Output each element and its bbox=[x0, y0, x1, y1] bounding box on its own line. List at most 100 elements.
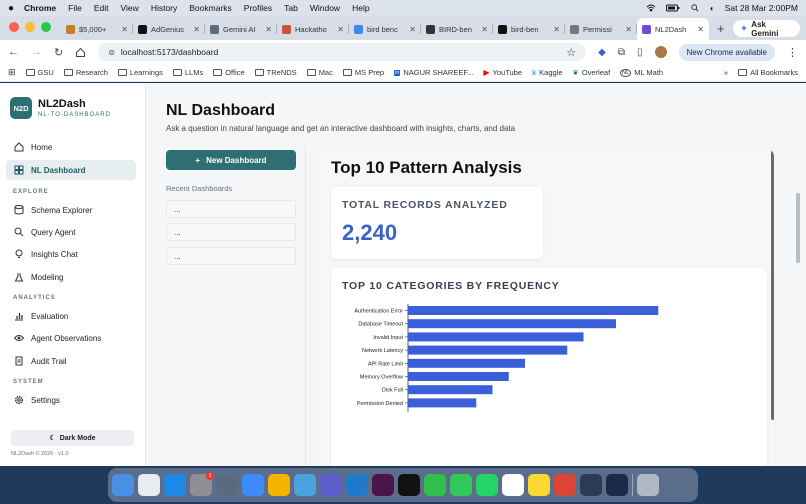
sidebar-item-insights-chat[interactable]: Insights Chat bbox=[6, 244, 136, 264]
browser-tab[interactable]: BIRD-ben ✕ bbox=[421, 18, 493, 40]
menu-bookmarks[interactable]: Bookmarks bbox=[189, 3, 232, 13]
chart-bar[interactable] bbox=[408, 398, 477, 408]
search-icon[interactable] bbox=[690, 4, 700, 12]
teams-icon[interactable] bbox=[320, 474, 342, 496]
back-icon[interactable]: ← bbox=[8, 46, 19, 58]
sidebar-item-audit-trail[interactable]: Audit Trail bbox=[6, 351, 136, 371]
extension-icon[interactable]: ◆ bbox=[598, 47, 606, 58]
finder-icon[interactable] bbox=[112, 474, 134, 496]
chart-bar[interactable] bbox=[408, 319, 616, 329]
menu-edit[interactable]: Edit bbox=[94, 3, 109, 13]
site-info-icon[interactable]: ⊜ bbox=[108, 48, 115, 57]
close-icon[interactable]: ✕ bbox=[625, 25, 632, 34]
browser-tab[interactable]: bird-ben ✕ bbox=[493, 18, 565, 40]
forward-icon[interactable]: → bbox=[31, 46, 42, 58]
bookmark-item[interactable]: ❦ Overleaf bbox=[573, 68, 611, 77]
messages-icon[interactable] bbox=[450, 474, 472, 496]
panel-scrollbar[interactable] bbox=[771, 150, 774, 420]
chart-bar[interactable] bbox=[408, 306, 659, 315]
wifi-icon[interactable] bbox=[646, 4, 656, 12]
close-icon[interactable]: ✕ bbox=[121, 25, 128, 34]
side-panel-icon[interactable]: ▯ bbox=[637, 47, 643, 58]
menu-file[interactable]: File bbox=[68, 3, 82, 13]
fullscreen-window-button[interactable] bbox=[41, 22, 51, 32]
browser-tab[interactable]: $5,000+ ✕ bbox=[61, 18, 133, 40]
chrome-menu-icon[interactable]: ⋮ bbox=[787, 46, 798, 59]
new-tab-button[interactable]: + bbox=[709, 21, 733, 40]
all-bookmarks[interactable]: All Bookmarks bbox=[738, 68, 798, 77]
bookmark-item[interactable]: Mac bbox=[306, 68, 333, 77]
app-icon[interactable] bbox=[580, 474, 602, 496]
mail-icon[interactable] bbox=[294, 474, 316, 496]
close-icon[interactable]: ✕ bbox=[409, 25, 416, 34]
sidebar-item-agent-observations[interactable]: Agent Observations bbox=[6, 328, 136, 348]
bookmark-item[interactable]: Learnings bbox=[117, 68, 163, 77]
ask-gemini-button[interactable]: ✦ Ask Gemini bbox=[732, 20, 800, 38]
bookmark-star-icon[interactable]: ☆ bbox=[566, 46, 576, 59]
sidebar-item-evaluation[interactable]: Evaluation bbox=[6, 306, 136, 326]
brand[interactable]: N2D NL2Dash NL-TO-DASHBOARD bbox=[10, 97, 111, 119]
bookmark-item[interactable]: Research bbox=[63, 68, 108, 77]
safari-icon[interactable] bbox=[242, 474, 264, 496]
chrome-alt-icon[interactable] bbox=[554, 474, 576, 496]
menu-clock[interactable]: Sat 28 Mar 2:00PM bbox=[725, 3, 798, 13]
sidebar-item-query-agent[interactable]: Query Agent bbox=[6, 222, 136, 242]
sidebar-item-settings[interactable]: Settings bbox=[6, 390, 136, 410]
browser-tab[interactable]: Hackatho ✕ bbox=[277, 18, 349, 40]
sidebar-item-home[interactable]: Home bbox=[6, 137, 136, 157]
close-icon[interactable]: ✕ bbox=[193, 25, 200, 34]
browser-tab[interactable]: Permissi ✕ bbox=[565, 18, 637, 40]
extensions-puzzle-icon[interactable]: ⧉ bbox=[618, 47, 625, 58]
profile-avatar[interactable] bbox=[654, 46, 667, 58]
menu-view[interactable]: View bbox=[121, 3, 139, 13]
close-icon[interactable]: ✕ bbox=[697, 25, 704, 34]
menu-window[interactable]: Window bbox=[310, 3, 340, 13]
preview-icon[interactable] bbox=[216, 474, 238, 496]
browser-tab[interactable]: NL2Dash ✕ bbox=[637, 18, 709, 40]
whatsapp-icon[interactable] bbox=[476, 474, 498, 496]
app-icon-alt[interactable] bbox=[606, 474, 628, 496]
page-scrollbar[interactable] bbox=[790, 83, 806, 466]
new-dashboard-button[interactable]: + New Dashboard bbox=[166, 150, 296, 170]
new-chrome-available-button[interactable]: New Chrome available bbox=[678, 43, 775, 61]
reload-icon[interactable]: ↻ bbox=[54, 46, 63, 59]
bookmark-item[interactable]: LLMs bbox=[172, 68, 203, 77]
dark-mode-toggle[interactable]: ☾ Dark Mode bbox=[11, 430, 134, 446]
bookmark-item[interactable]: Office bbox=[213, 68, 245, 77]
chart-bar[interactable] bbox=[408, 385, 493, 395]
apps-grid-icon[interactable]: ⊞ bbox=[8, 67, 16, 78]
minimize-window-button[interactable] bbox=[25, 22, 35, 32]
vscode-icon[interactable] bbox=[346, 474, 368, 496]
menu-tab[interactable]: Tab bbox=[284, 3, 298, 13]
bookmark-item[interactable]: k Kaggle bbox=[532, 68, 563, 77]
address-bar[interactable]: ⊜ localhost:5173/dashboard ☆ bbox=[98, 43, 587, 61]
launchpad-icon[interactable] bbox=[138, 474, 160, 496]
recent-dashboard-item[interactable]: ... bbox=[166, 247, 296, 265]
chart-bar[interactable] bbox=[408, 372, 509, 381]
apple-icon[interactable]: ● bbox=[8, 3, 14, 14]
terminal-icon[interactable] bbox=[398, 474, 420, 496]
bookmark-item[interactable]: NL ML Math bbox=[620, 68, 663, 77]
chrome-icon[interactable] bbox=[268, 474, 290, 496]
menu-history[interactable]: History bbox=[151, 3, 177, 13]
chart-bar[interactable] bbox=[408, 345, 568, 355]
bookmark-item[interactable]: MS Prep bbox=[342, 68, 384, 77]
sidebar-item-nl-dashboard[interactable]: NL Dashboard bbox=[6, 160, 136, 180]
close-window-button[interactable] bbox=[9, 22, 19, 32]
bookmark-item[interactable]: in NAGUR SHAREEF... bbox=[394, 68, 473, 77]
system-settings-icon[interactable]: 1 bbox=[190, 472, 214, 496]
control-center-icon[interactable]: ◐ bbox=[710, 4, 715, 13]
browser-tab[interactable]: bird benc ✕ bbox=[349, 18, 421, 40]
browser-tab[interactable]: Gemini AI ✕ bbox=[205, 18, 277, 40]
notes-icon[interactable] bbox=[528, 474, 550, 496]
close-icon[interactable]: ✕ bbox=[337, 25, 344, 34]
bookmark-item[interactable]: ▶ YouTube bbox=[483, 68, 522, 77]
sidebar-item-schema-explorer[interactable]: Schema Explorer bbox=[6, 200, 136, 220]
notion-icon[interactable] bbox=[502, 474, 524, 496]
chart-bar[interactable] bbox=[408, 332, 584, 342]
browser-tab[interactable]: AdGenius ✕ bbox=[133, 18, 205, 40]
scrollbar-thumb[interactable] bbox=[796, 193, 800, 263]
close-icon[interactable]: ✕ bbox=[265, 25, 272, 34]
recent-dashboard-item[interactable]: ... bbox=[166, 200, 296, 218]
menu-help[interactable]: Help bbox=[352, 3, 369, 13]
